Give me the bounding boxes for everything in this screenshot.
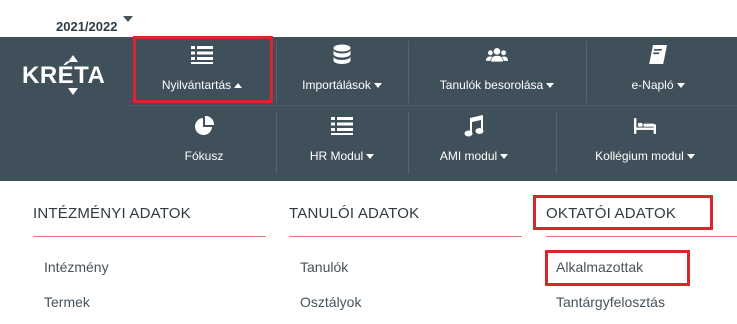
nav-e-naplo[interactable]: e-Napló [602,37,714,103]
section-heading-intezmenyi: INTÉZMÉNYI ADATOK [33,205,191,222]
logo-wordmark: KRÉTA [22,61,105,89]
users-icon [486,44,508,66]
main-navigation: KRÉTA Nyilvántartás Importálások Tanulók… [0,37,737,181]
pie-chart-icon [193,115,215,137]
nav-divider [408,41,409,103]
nav-label: HR Modul [309,149,364,163]
menu-link-tanulok[interactable]: Tanulók [300,259,348,275]
nav-fokusz[interactable]: Fókusz [144,108,264,174]
book-icon [647,44,669,66]
school-year-value: 2021/2022 [56,18,118,34]
nav-kollegium-modul[interactable]: Kollégium modul [562,108,728,174]
nav-label: e-Napló [631,78,674,92]
section-underline [546,236,737,237]
kreta-screen: 2021/2022 KRÉTA Nyilvántartás Importálás… [0,0,737,324]
nav-divider [276,41,277,103]
nav-label: Nyilvántartás [161,78,232,92]
nav-label: Kollégium modul [595,149,684,163]
nav-label: Tanulók besorolása [439,78,544,92]
caret-up-icon [234,82,243,88]
section-underline [289,236,522,237]
nav-hr-modul[interactable]: HR Modul [282,108,402,174]
menu-link-intezmeny[interactable]: Intézmény [44,259,109,275]
list-icon [331,115,353,137]
menu-link-termek[interactable]: Termek [44,294,90,310]
top-bar: 2021/2022 [0,0,737,37]
menu-link-osztalyok[interactable]: Osztályok [300,294,361,310]
caret-down-icon [500,153,509,159]
caret-down-icon [366,153,375,159]
kreta-logo: KRÉTA [22,55,105,95]
menu-link-tantargyfelosztas[interactable]: Tantárgyfelosztás [556,294,665,310]
nav-divider [408,112,409,174]
nav-label: Fókusz [184,149,224,163]
bed-icon [634,115,656,137]
music-icon [463,115,485,137]
section-heading-oktatoi: OKTATÓI ADATOK [546,205,677,222]
nav-divider [586,41,587,103]
menu-link-alkalmazottak[interactable]: Alkalmazottak [556,259,643,275]
nav-divider [276,112,277,174]
database-icon [331,44,353,66]
caret-down-icon [373,82,382,88]
nav-nyilvantartas[interactable]: Nyilvántartás [134,37,270,103]
caret-down-icon [123,16,134,22]
section-underline [33,236,266,237]
caret-down-icon [676,82,685,88]
nav-divider [556,112,557,174]
nav-tanulok-besorolasa[interactable]: Tanulók besorolása [414,37,580,103]
school-year-selector[interactable]: 2021/2022 [56,16,134,35]
nav-row-divider [130,105,737,106]
nav-label: Importálások [302,78,371,92]
caret-down-icon [546,82,555,88]
section-heading-tanuloi: TANULÓI ADATOK [289,205,420,222]
nav-importalasok[interactable]: Importálások [282,37,402,103]
nav-ami-modul[interactable]: AMI modul [414,108,534,174]
nav-label: AMI modul [439,149,498,163]
list-icon [191,44,213,66]
caret-down-icon [686,153,695,159]
nyilvantartas-dropdown: INTÉZMÉNYI ADATOK Intézmény Termek TANUL… [0,181,737,324]
